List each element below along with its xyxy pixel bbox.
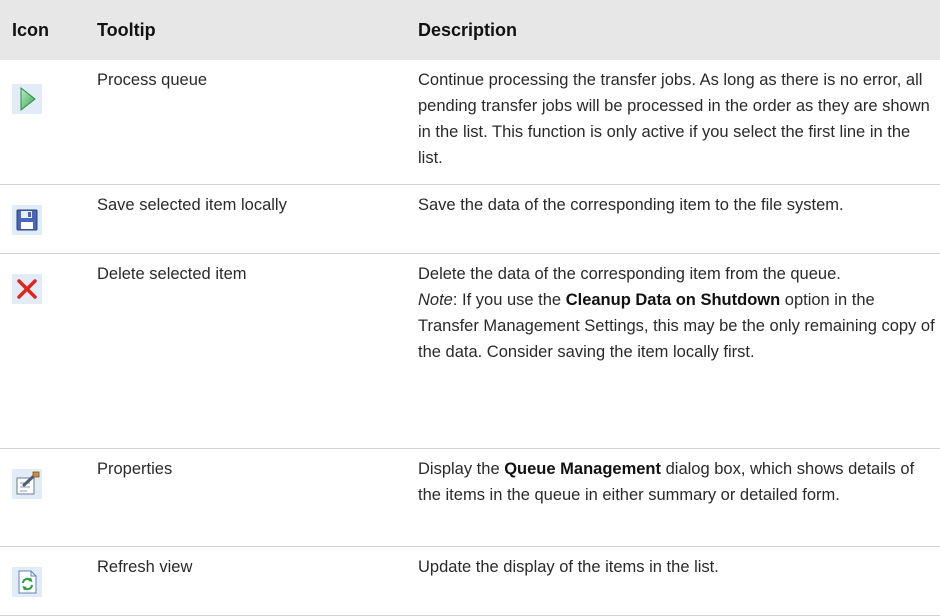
row-description: Update the display of the items in the l… [418,558,719,576]
row-note: Note: If you use the Cleanup Data on Shu… [418,287,936,365]
table-header: Icon Tooltip Description [0,0,940,60]
table-row: Properties Display the Queue Management … [0,449,940,547]
note-text-pre: : If you use the [452,291,566,309]
row-tooltip: Delete selected item [97,265,247,283]
row-tooltip: Refresh view [97,558,193,576]
refresh-icon [12,567,42,597]
description-text-pre: Display the [418,460,505,478]
table-row: Delete selected item Delete the data of … [0,254,940,449]
header-tooltip: Tooltip [97,20,156,40]
header-description: Description [418,20,518,40]
row-tooltip: Process queue [97,71,208,89]
table-row: Refresh view Update the display of the i… [0,547,940,616]
row-description: Save the data of the corresponding item … [418,196,844,214]
dialog-name: Queue Management [504,460,662,478]
note-option-name: Cleanup Data on Shutdown [565,291,781,309]
floppy-disk-icon [12,205,42,235]
delete-x-icon [12,274,42,304]
properties-icon [12,469,42,499]
row-tooltip: Save selected item locally [97,196,287,214]
row-tooltip: Properties [97,460,173,478]
table-row: Process queue Continue processing the tr… [0,60,940,185]
row-description: Display the Queue Management dialog box,… [418,456,936,508]
play-icon [12,84,42,114]
note-label: Note [418,291,453,309]
row-description-block: Delete the data of the corresponding ite… [418,261,936,365]
table-row: Save selected item locally Save the data… [0,185,940,254]
header-icon: Icon [12,20,50,40]
row-description: Continue processing the transfer jobs. A… [418,71,930,167]
row-description: Delete the data of the corresponding ite… [418,265,841,283]
